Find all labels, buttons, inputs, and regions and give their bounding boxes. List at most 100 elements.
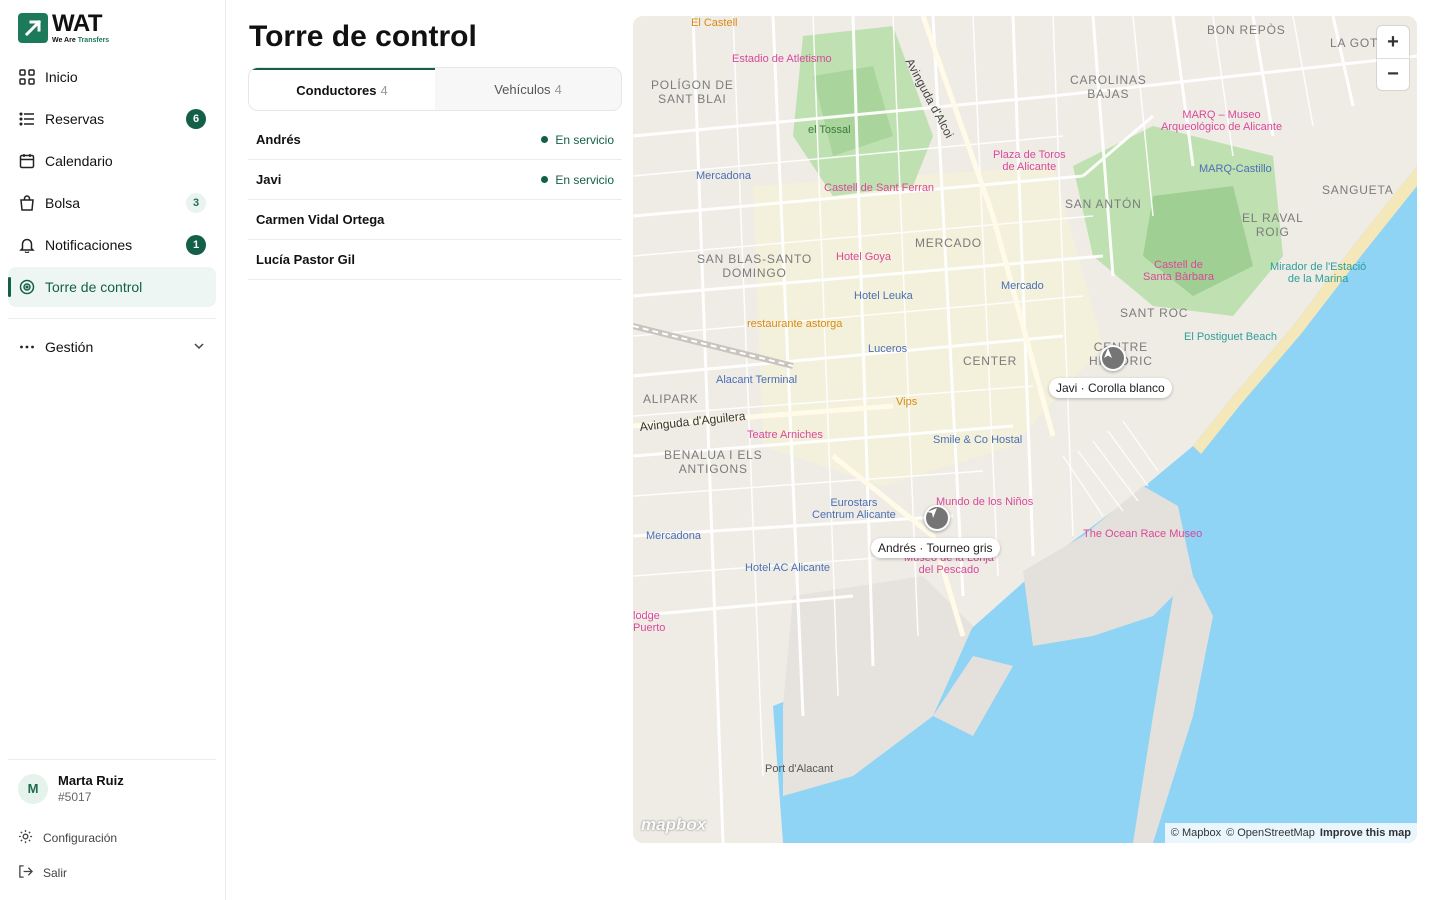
attribution-osm[interactable]: © OpenStreetMap <box>1226 827 1315 839</box>
more-icon <box>18 338 36 356</box>
driver-row[interactable]: Lucía Pastor Gil <box>248 240 622 280</box>
poi-label: Smile & Co Hostal <box>933 434 1023 446</box>
notificaciones-count-badge: 1 <box>186 235 206 255</box>
map-view[interactable]: El Castell Estadio de Atletismo POLÍGON … <box>633 16 1417 843</box>
poi-label: Hotel AC Alicante <box>745 562 830 574</box>
poi-label: Vips <box>896 396 918 408</box>
mapbox-logo[interactable]: mapbox <box>641 815 706 835</box>
reservas-count-badge: 6 <box>186 109 206 129</box>
sidebar-item-bolsa[interactable]: Bolsa 3 <box>8 183 216 223</box>
poi-label: el Tossal <box>808 124 851 136</box>
sidebar-item-inicio[interactable]: Inicio <box>8 57 216 97</box>
attribution-mapbox[interactable]: © Mapbox <box>1171 827 1221 839</box>
tab-vehiculos[interactable]: Vehículos 4 <box>435 68 621 110</box>
poi-label: Hotel Goya <box>836 251 892 263</box>
tab-label: Conductores <box>296 82 377 98</box>
avatar: M <box>18 773 48 804</box>
status-dot-icon <box>541 176 549 183</box>
grid-icon <box>18 68 36 86</box>
logo[interactable]: WAT We Are Transfers <box>18 12 109 44</box>
logo-tagline: We Are Transfers <box>52 37 110 44</box>
user-profile[interactable]: M Marta Ruiz #5017 <box>18 773 124 804</box>
vehicle-marker-andres[interactable] <box>924 505 950 531</box>
poi-label: lodge Puerto <box>633 610 666 634</box>
sidebar-item-reservas[interactable]: Reservas 6 <box>8 99 216 139</box>
gear-icon <box>18 829 33 847</box>
driver-name: Andrés <box>256 132 301 147</box>
sidebar-item-calendario[interactable]: Calendario <box>8 141 216 181</box>
poi-label: Mundo de los Niños <box>936 496 1034 508</box>
driver-name: Lucía Pastor Gil <box>256 252 355 267</box>
zoom-in-button[interactable]: + <box>1377 26 1409 58</box>
logout-link[interactable]: Salir <box>18 864 67 882</box>
chevron-down-icon <box>192 339 206 356</box>
vehicle-marker-javi[interactable] <box>1100 345 1126 371</box>
poi-label: Mercadona <box>646 530 702 542</box>
bag-icon <box>18 194 36 212</box>
district-label: POLÍGON DE SANT BLAI <box>651 78 734 106</box>
zoom-out-button[interactable]: − <box>1377 58 1409 90</box>
settings-link[interactable]: Configuración <box>18 829 117 847</box>
sidebar-item-label: Torre de control <box>45 279 143 295</box>
bolsa-count-badge: 3 <box>186 193 206 213</box>
sidebar-item-label: Inicio <box>45 69 78 85</box>
user-id: #5017 <box>58 790 92 804</box>
poi-label: restaurante astorga <box>747 318 843 330</box>
poi-label: Luceros <box>868 343 908 355</box>
nav-divider <box>8 318 216 319</box>
district-label: BON REPÒS <box>1207 23 1286 37</box>
tab-conductores[interactable]: Conductores 4 <box>249 68 435 110</box>
status-badge: En servicio <box>541 133 614 147</box>
poi-label: The Ocean Race Museo <box>1083 528 1203 540</box>
vehicle-label-javi: Javi · Corolla blanco <box>1049 378 1172 398</box>
improve-map-link[interactable]: Improve this map <box>1320 827 1411 839</box>
target-icon <box>18 278 36 296</box>
district-label: MERCADO <box>915 236 982 250</box>
list-icon <box>18 110 36 128</box>
status-dot-icon <box>541 136 549 143</box>
district-label: SANT ROC <box>1120 306 1189 320</box>
sidebar-item-label: Bolsa <box>45 195 81 211</box>
driver-name: Javi <box>256 172 282 187</box>
logout-label: Salir <box>43 866 68 880</box>
driver-name: Carmen Vidal Ortega <box>256 212 385 227</box>
user-name: Marta Ruiz <box>58 773 124 788</box>
poi-label: MARQ-Castillo <box>1199 163 1272 175</box>
logo-word: WAT <box>52 10 103 37</box>
map-attribution: © Mapbox © OpenStreetMap Improve this ma… <box>1164 823 1417 843</box>
sidebar-item-notificaciones[interactable]: Notificaciones 1 <box>8 225 216 265</box>
tab-label: Vehículos <box>494 81 551 97</box>
district-label: BENALUA I ELS ANTIGONS <box>664 448 763 476</box>
district-label: CAROLINAS BAJAS <box>1070 73 1147 101</box>
poi-label: Castell de Sant Ferran <box>824 182 935 194</box>
district-label: CENTER <box>963 354 1018 368</box>
poi-label: Alacant Terminal <box>716 374 798 386</box>
sidebar: WAT We Are Transfers Inicio Reservas 6 C… <box>0 0 226 900</box>
user-divider <box>8 759 216 760</box>
tab-bar: Conductores 4 Vehículos 4 <box>248 67 622 111</box>
driver-row[interactable]: Javi En servicio <box>248 160 622 200</box>
zoom-controls: + − <box>1377 26 1409 90</box>
district-label: SAN BLAS-SANTO DOMINGO <box>697 252 813 280</box>
poi-label: Teatre Arniches <box>747 429 823 441</box>
poi-label: El Postiguet Beach <box>1184 331 1277 343</box>
main-nav: Inicio Reservas 6 Calendario Bolsa 3 Not… <box>8 57 216 309</box>
district-label: SANGUETA <box>1322 183 1394 197</box>
poi-label: Hotel Leuka <box>854 290 913 302</box>
district-label: ALIPARK <box>643 392 699 406</box>
poi-label: Mercadona <box>696 170 752 182</box>
tab-count: 4 <box>380 82 388 98</box>
status-badge: En servicio <box>541 173 614 187</box>
bell-icon <box>18 236 36 254</box>
sidebar-item-gestion[interactable]: Gestión <box>8 327 216 367</box>
driver-row[interactable]: Carmen Vidal Ortega <box>248 200 622 240</box>
driver-row[interactable]: Andrés En servicio <box>248 120 622 160</box>
poi-label: Mercado <box>1001 280 1044 292</box>
sidebar-item-label: Reservas <box>45 111 105 127</box>
district-label: EL RAVAL ROIG <box>1242 211 1304 239</box>
poi-label: Castell de Santa Bàrbara <box>1143 259 1214 283</box>
sidebar-item-torre-de-control[interactable]: Torre de control <box>8 267 216 307</box>
poi-label: Eurostars Centrum Alicante <box>812 497 896 521</box>
tab-count: 4 <box>554 81 562 97</box>
logout-icon <box>18 864 33 882</box>
